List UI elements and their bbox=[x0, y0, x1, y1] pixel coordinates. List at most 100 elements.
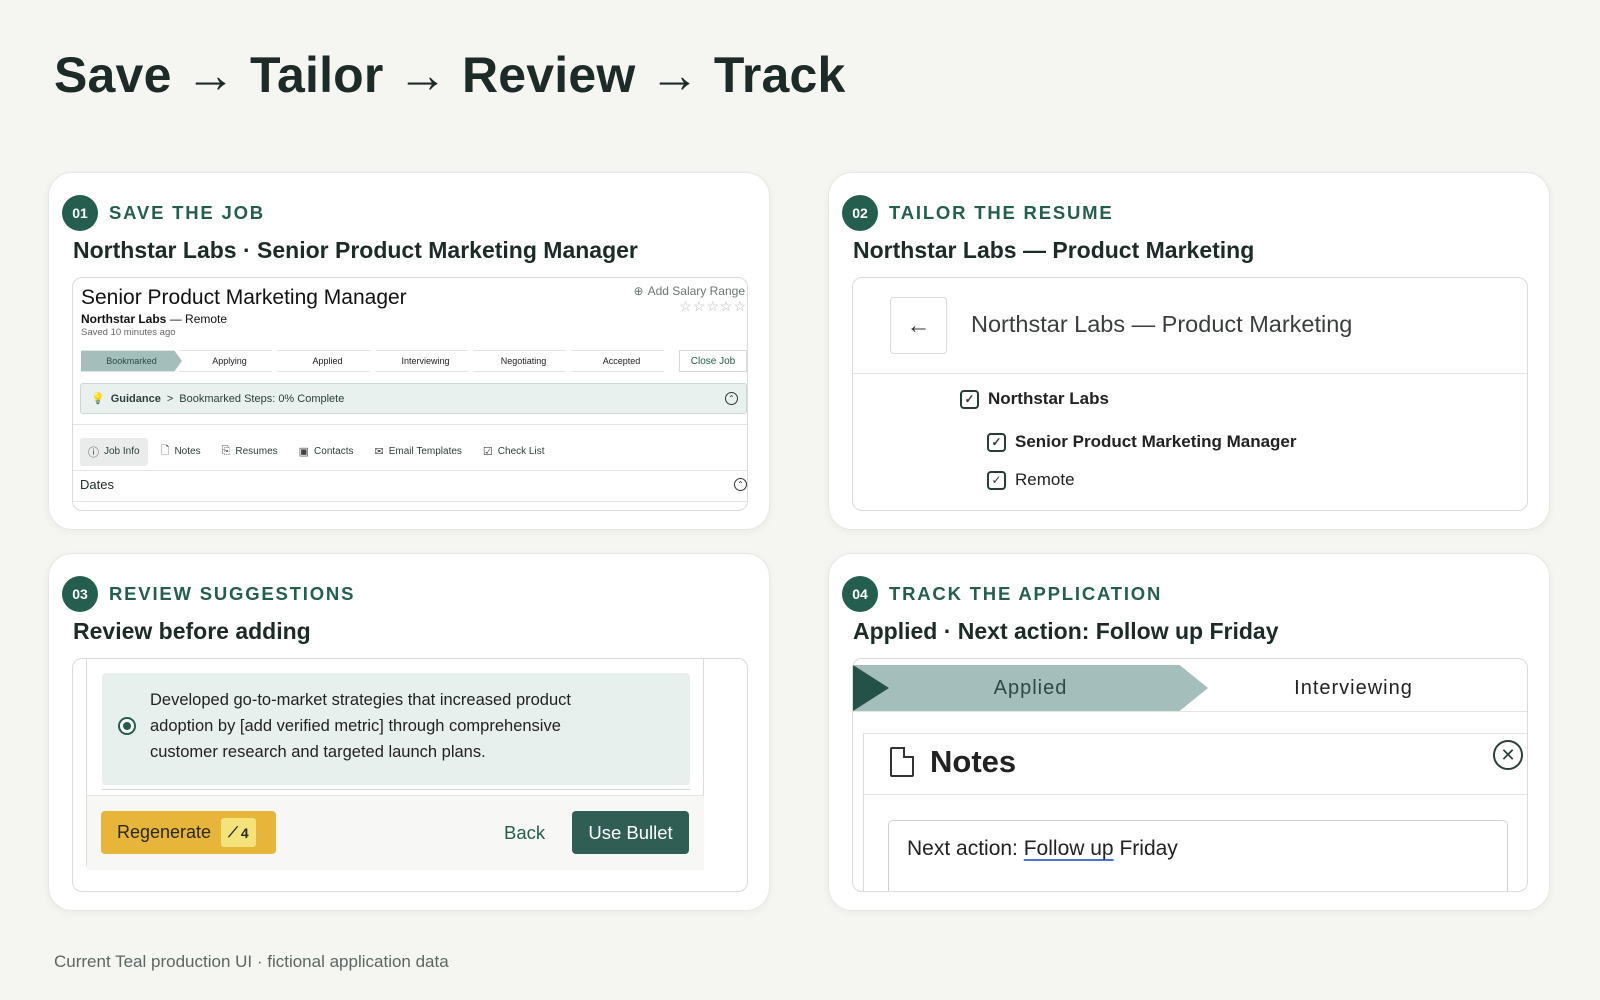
info-icon: ⓘ bbox=[88, 446, 99, 459]
job-detail-screenshot: Senior Product Marketing Manager Northst… bbox=[72, 277, 748, 511]
step-header: 02 TAILOR THE RESUME bbox=[842, 195, 1114, 231]
plus-circle-icon: ⊕ bbox=[633, 284, 644, 298]
step-number-badge: 04 bbox=[842, 576, 878, 612]
close-job-button[interactable]: Close Job bbox=[679, 350, 747, 372]
tab-contacts[interactable]: ▣ Contacts bbox=[291, 439, 362, 464]
tab-label: Resumes bbox=[235, 446, 278, 457]
lightbulb-icon: 💡 bbox=[91, 393, 105, 405]
stage-interviewing[interactable]: Interviewing bbox=[375, 350, 476, 372]
mail-icon: ✉ bbox=[374, 446, 384, 458]
job-title: Senior Product Marketing Manager bbox=[81, 286, 407, 309]
use-bullet-button[interactable]: Use Bullet bbox=[572, 811, 689, 854]
footer-note: Current Teal production UI · fictional a… bbox=[54, 952, 449, 971]
checkbox-icon: ☑ bbox=[482, 446, 493, 458]
notes-panel: Notes ✕ Next action: Follow up Friday bbox=[863, 733, 1527, 891]
arrow-left-icon: ← bbox=[906, 311, 931, 339]
job-tabs: ⓘ Job Info 🗋 Notes ⎘ Resumes ▣ Contacts ✉ Ema… bbox=[80, 436, 557, 467]
breadcrumb-separator: > bbox=[166, 392, 174, 405]
stage-applied[interactable]: Applied bbox=[853, 665, 1208, 711]
card-subtitle: Northstar Labs — Product Marketing bbox=[853, 237, 1255, 263]
close-icon[interactable]: ✕ bbox=[1493, 740, 1523, 770]
stage-interviewing[interactable]: Interviewing bbox=[1198, 665, 1527, 711]
review-suggestions-card: 03 REVIEW SUGGESTIONS Review before addi… bbox=[48, 553, 770, 911]
checked-icon: ✓ bbox=[987, 432, 1006, 452]
divider bbox=[853, 711, 1527, 712]
divider bbox=[73, 424, 747, 425]
note-text: Friday bbox=[1113, 837, 1178, 860]
collapse-icon[interactable]: ⌃ bbox=[725, 392, 738, 405]
rating-stars[interactable]: ☆☆☆☆☆ bbox=[679, 298, 747, 315]
tab-email-templates[interactable]: ✉ Email Templates bbox=[367, 439, 470, 464]
guidance-label: Guidance bbox=[110, 392, 161, 405]
tab-check-list[interactable]: ☑ Check List bbox=[475, 439, 553, 464]
stage-bookmarked[interactable]: Bookmarked bbox=[81, 350, 182, 372]
suggestion-modal: Developed go-to-market strategies that i… bbox=[86, 659, 704, 870]
divider bbox=[102, 789, 690, 790]
checkbox-job-title[interactable]: ✓ Senior Product Marketing Manager bbox=[987, 432, 1297, 452]
notes-title: Notes bbox=[930, 744, 1017, 779]
note-text: Next action: bbox=[907, 837, 1024, 860]
divider bbox=[864, 794, 1527, 795]
card-subtitle: Review before adding bbox=[73, 618, 311, 644]
resume-title: Northstar Labs — Product Marketing bbox=[971, 311, 1353, 337]
paperclip-icon: ⎘ bbox=[221, 445, 231, 457]
add-salary-range-link[interactable]: ⊕ Add Salary Range bbox=[634, 284, 745, 298]
credits-count: 4 bbox=[240, 824, 249, 841]
tab-label: Notes bbox=[174, 446, 201, 457]
stage-applied[interactable]: Applied bbox=[277, 350, 378, 372]
step-number-badge: 03 bbox=[62, 576, 98, 612]
stage-tracker: Applied Interviewing bbox=[853, 665, 1527, 711]
resume-tailor-screenshot: ← Northstar Labs — Product Marketing ✓ No… bbox=[852, 277, 1528, 511]
divider bbox=[853, 373, 1527, 374]
pipeline-stages: Bookmarked Applying Applied Interviewing… bbox=[81, 350, 672, 372]
divider bbox=[73, 470, 747, 471]
stage-label: Interviewing bbox=[1294, 676, 1413, 699]
suggestion-text: Developed go-to-market strategies that i… bbox=[150, 691, 571, 761]
notes-header: Notes bbox=[890, 744, 1016, 780]
page-title: Save → Tailor → Review → Track bbox=[54, 47, 846, 103]
save-job-card: 01 SAVE THE JOB Northstar Labs · Senior … bbox=[48, 172, 770, 530]
guidance-bar[interactable]: 💡 Guidance > Bookmarked Steps: 0% Comple… bbox=[80, 383, 747, 414]
stage-label: Applied bbox=[993, 676, 1068, 699]
checkbox-label: Northstar Labs bbox=[988, 389, 1109, 408]
checkbox-company[interactable]: ✓ Northstar Labs bbox=[960, 389, 1109, 409]
regenerate-button[interactable]: Regenerate ⟋ 4 bbox=[101, 811, 276, 854]
checkbox-label: Remote bbox=[1015, 470, 1075, 489]
step-label: TRACK THE APPLICATION bbox=[889, 583, 1163, 604]
suggestion-review-screenshot: Developed go-to-market strategies that i… bbox=[72, 658, 748, 892]
step-number-badge: 01 bbox=[62, 195, 98, 231]
stage-accepted[interactable]: Accepted bbox=[571, 350, 672, 372]
company-name: Northstar Labs bbox=[81, 312, 167, 326]
radio-selected-icon[interactable] bbox=[118, 717, 136, 735]
divider bbox=[73, 501, 747, 502]
checkbox-location[interactable]: ✓ Remote bbox=[987, 470, 1075, 490]
step-header: 01 SAVE THE JOB bbox=[62, 195, 265, 231]
suggestion-option[interactable]: Developed go-to-market strategies that i… bbox=[102, 673, 690, 785]
collapse-icon[interactable]: ⌃ bbox=[734, 478, 747, 491]
document-icon bbox=[890, 747, 914, 777]
tab-label: Email Templates bbox=[388, 446, 462, 457]
tab-resumes[interactable]: ⎘ Resumes bbox=[214, 439, 286, 464]
back-arrow-button[interactable]: ← bbox=[890, 297, 947, 354]
document-icon: 🗋 bbox=[160, 445, 170, 457]
checkbox-label: Senior Product Marketing Manager bbox=[1015, 432, 1297, 451]
guidance-progress: Bookmarked Steps: 0% Complete bbox=[179, 392, 345, 405]
step-header: 04 TRACK THE APPLICATION bbox=[842, 576, 1162, 612]
tracker-screenshot: Applied Interviewing Notes ✕ Next action… bbox=[852, 658, 1528, 892]
spellcheck-underlined-text: Follow up bbox=[1023, 837, 1114, 860]
tab-job-info[interactable]: ⓘ Job Info bbox=[80, 437, 148, 466]
tailor-resume-card: 02 TAILOR THE RESUME Northstar Labs — Pr… bbox=[828, 172, 1550, 530]
step-number-badge: 02 bbox=[842, 195, 878, 231]
saved-timestamp: Saved 10 minutes ago bbox=[81, 327, 176, 338]
note-input[interactable]: Next action: Follow up Friday bbox=[888, 820, 1508, 891]
track-application-card: 04 TRACK THE APPLICATION Applied · Next … bbox=[828, 553, 1550, 911]
stage-negotiating[interactable]: Negotiating bbox=[473, 350, 574, 372]
tab-label: Contacts bbox=[314, 446, 354, 457]
stage-applying[interactable]: Applying bbox=[179, 350, 280, 372]
salary-link-label: Add Salary Range bbox=[647, 284, 745, 298]
tab-label: Check List bbox=[497, 446, 545, 457]
back-button[interactable]: Back bbox=[504, 822, 545, 844]
suggestion-actions: Regenerate ⟋ 4 Back Use Bullet bbox=[87, 795, 704, 870]
dates-section-title: Dates bbox=[80, 477, 114, 492]
tab-notes[interactable]: 🗋 Notes bbox=[153, 436, 209, 467]
